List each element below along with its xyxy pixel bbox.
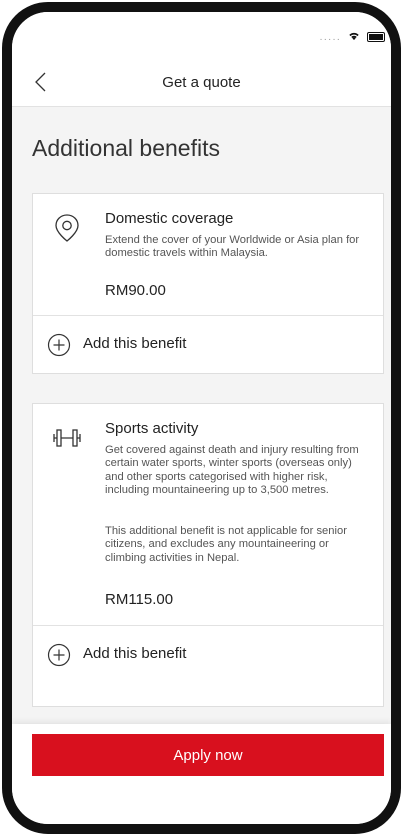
location-pin-icon [55, 214, 79, 242]
benefit-title: Sports activity [105, 420, 199, 437]
benefit-card-sports: Sports activity Get covered against deat… [32, 403, 384, 707]
add-circle-icon [47, 333, 71, 357]
add-circle-icon [47, 643, 71, 667]
benefit-description: Extend the cover of your Worldwide or As… [105, 234, 360, 260]
wifi-icon [349, 32, 359, 41]
bottom-action-bar: Apply now [12, 724, 391, 824]
benefit-price: RM90.00 [105, 282, 166, 299]
battery-icon [367, 32, 385, 42]
page-title: Get a quote [162, 74, 241, 91]
status-bar: ····· [12, 12, 391, 60]
signal-dots-icon: ····· [319, 34, 341, 45]
dumbbell-icon [53, 429, 81, 447]
add-benefit-button-sports[interactable]: Add this benefit [33, 626, 383, 684]
benefit-price: RM115.00 [105, 591, 174, 608]
content-area: Additional benefits Domestic coverage Ex… [12, 107, 391, 824]
section-title: Additional benefits [32, 135, 220, 161]
phone-frame: ····· Get a quote Additional benefits Do… [2, 2, 401, 834]
nav-bar: Get a quote [12, 60, 391, 107]
benefit-note: This additional benefit is not applicabl… [105, 525, 347, 564]
add-benefit-label: Add this benefit [83, 335, 187, 352]
benefit-description: Get covered against death and injury res… [105, 444, 359, 497]
add-benefit-label: Add this benefit [83, 645, 187, 662]
benefit-card-domestic: Domestic coverage Extend the cover of yo… [32, 193, 384, 374]
apply-now-button[interactable]: Apply now [32, 734, 384, 776]
benefit-title: Domestic coverage [105, 210, 234, 227]
add-benefit-button-domestic[interactable]: Add this benefit [33, 316, 383, 374]
